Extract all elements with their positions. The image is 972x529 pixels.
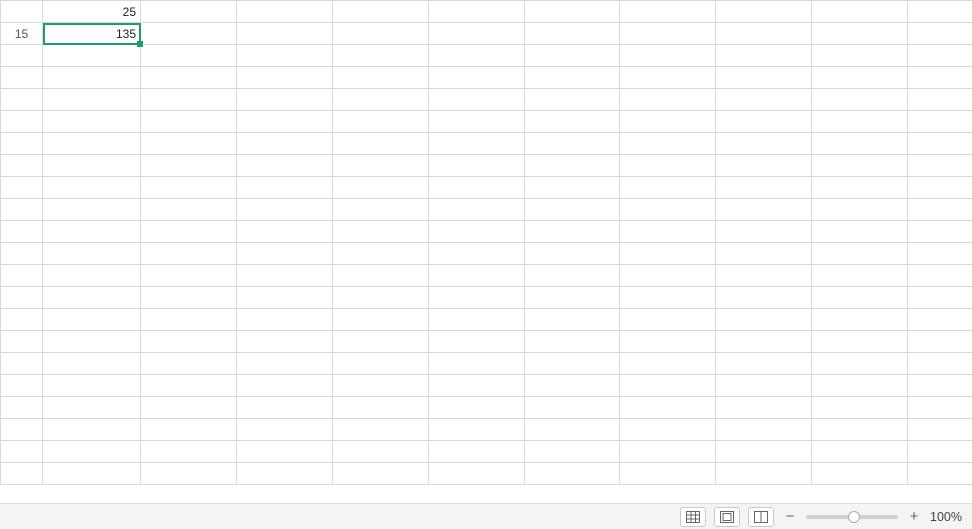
- page-layout-icon: [720, 511, 734, 523]
- page-break-icon: [754, 511, 768, 523]
- page-layout-view-button[interactable]: [714, 507, 740, 527]
- cell[interactable]: [141, 23, 237, 45]
- row-header[interactable]: 15: [1, 23, 43, 45]
- selected-cell[interactable]: 135: [43, 23, 141, 45]
- row-header[interactable]: [1, 1, 43, 23]
- spreadsheet-pane[interactable]: 25 15 135: [0, 0, 972, 529]
- grid-view-icon: [686, 511, 700, 523]
- zoom-slider[interactable]: [806, 515, 898, 519]
- zoom-in-button[interactable]: +: [906, 508, 922, 525]
- normal-view-button[interactable]: [680, 507, 706, 527]
- zoom-slider-knob[interactable]: [848, 511, 860, 523]
- cell[interactable]: 25: [43, 1, 141, 23]
- page-break-view-button[interactable]: [748, 507, 774, 527]
- zoom-percent[interactable]: 100%: [930, 510, 962, 524]
- zoom-out-button[interactable]: −: [782, 508, 798, 525]
- cell[interactable]: [141, 1, 237, 23]
- status-bar: − + 100%: [0, 503, 972, 529]
- grid[interactable]: 25 15 135: [0, 0, 972, 513]
